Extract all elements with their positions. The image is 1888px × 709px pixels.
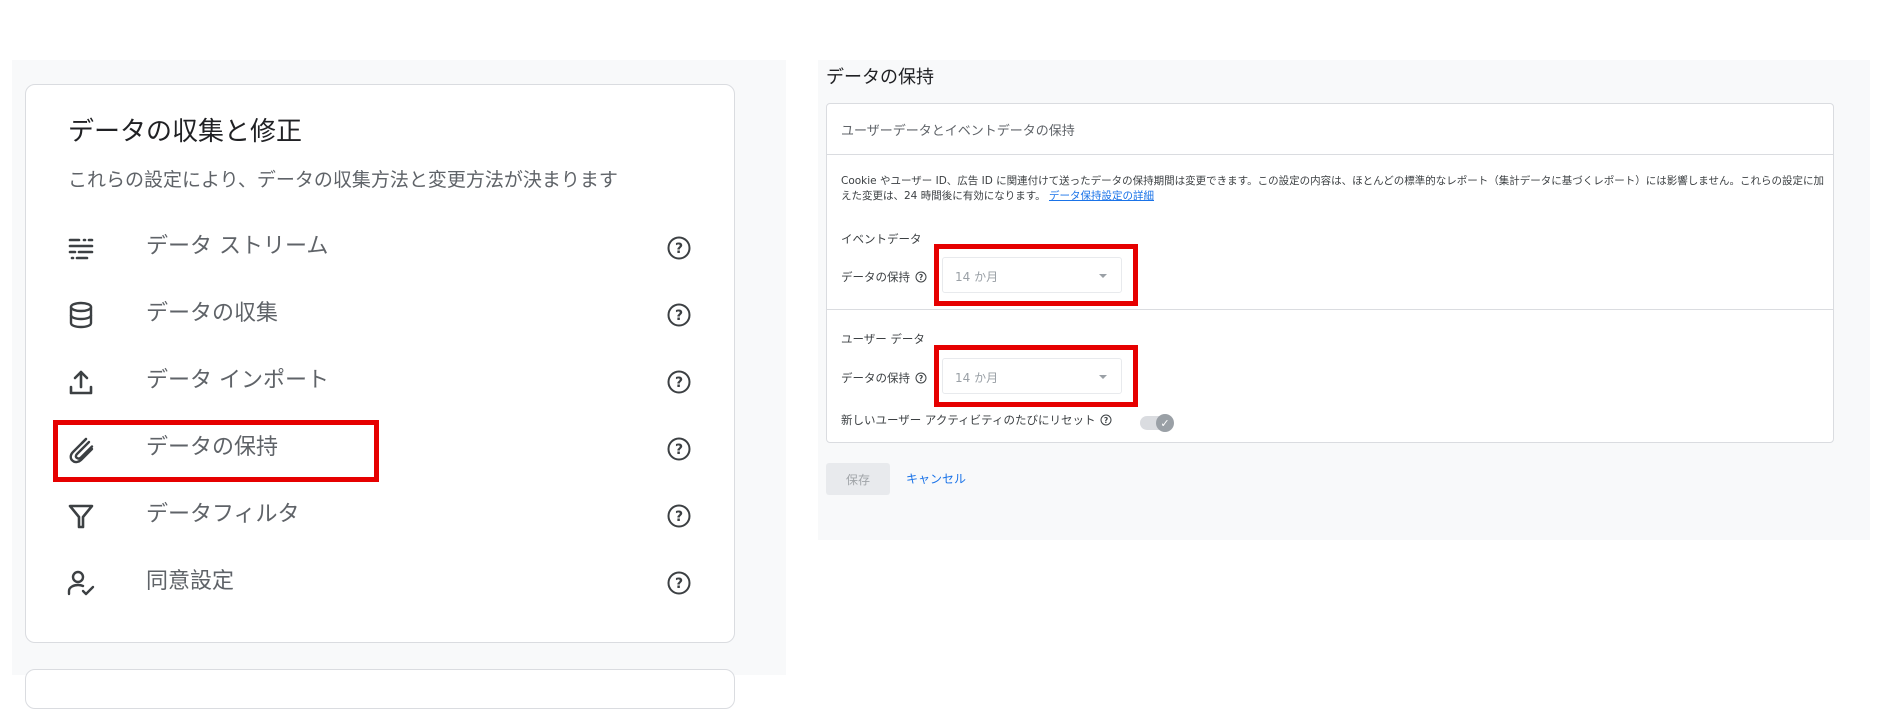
user-data-section-label: ユーザー データ <box>841 332 925 346</box>
user-retention-label: データの保持 <box>841 371 910 385</box>
menu-item-consent-settings[interactable]: 同意設定 ? <box>26 552 734 612</box>
svg-text:?: ? <box>919 374 923 383</box>
card-subtitle: これらの設定により、データの収集方法と変更方法が決まります <box>68 169 618 191</box>
help-icon[interactable]: ? <box>666 503 692 529</box>
menu-item-label: データ インポート <box>146 368 329 393</box>
data-streams-icon <box>66 233 96 263</box>
card-header-text: ユーザーデータとイベントデータの保持 <box>841 124 1075 139</box>
event-retention-row: データの保持 ? <box>841 269 927 285</box>
menu-item-data-streams[interactable]: データ ストリーム ? <box>26 217 734 277</box>
card-header: ユーザーデータとイベントデータの保持 <box>827 104 1833 155</box>
svg-text:?: ? <box>675 375 683 391</box>
highlight-box-retention <box>53 420 379 482</box>
description-text: Cookie やユーザー ID、広告 ID に関連付けて送ったデータの保持期間は… <box>841 175 1824 202</box>
reset-row: 新しいユーザー アクティビティのたびにリセット ? <box>841 412 1112 428</box>
reset-label: 新しいユーザー アクティビティのたびにリセット <box>841 413 1096 427</box>
highlight-box-user-retention <box>934 345 1138 407</box>
highlight-box-event-retention <box>934 244 1138 306</box>
svg-text:?: ? <box>675 576 683 592</box>
cancel-button[interactable]: キャンセル <box>906 470 966 487</box>
help-icon[interactable]: ? <box>666 369 692 395</box>
data-collection-card: データの収集と修正 これらの設定により、データの収集方法と変更方法が決まります … <box>25 84 735 643</box>
menu-item-data-collection[interactable]: データの収集 ? <box>26 284 734 344</box>
help-icon[interactable]: ? <box>915 271 927 283</box>
upload-icon <box>66 367 96 397</box>
svg-text:?: ? <box>675 442 683 458</box>
section-divider <box>827 309 1833 310</box>
reset-toggle[interactable]: ✓ <box>1140 414 1174 432</box>
next-card-partial <box>25 669 735 709</box>
menu-item-label: データフィルタ <box>146 502 300 527</box>
check-icon: ✓ <box>1156 414 1174 432</box>
help-icon[interactable]: ? <box>915 372 927 384</box>
filter-icon <box>66 501 96 531</box>
help-icon[interactable]: ? <box>666 302 692 328</box>
help-icon[interactable]: ? <box>1100 414 1112 426</box>
svg-text:?: ? <box>1104 416 1108 425</box>
svg-text:?: ? <box>675 241 683 257</box>
card-title: データの収集と修正 <box>68 117 303 147</box>
save-button[interactable]: 保存 <box>826 463 890 495</box>
event-retention-label: データの保持 <box>841 270 910 284</box>
menu-item-data-filters[interactable]: データフィルタ ? <box>26 485 734 545</box>
svg-text:?: ? <box>919 273 923 282</box>
help-icon[interactable]: ? <box>666 570 692 596</box>
help-icon[interactable]: ? <box>666 436 692 462</box>
menu-item-data-import[interactable]: データ インポート ? <box>26 351 734 411</box>
retention-details-link[interactable]: データ保持設定の詳細 <box>1049 190 1154 202</box>
svg-text:?: ? <box>675 509 683 525</box>
consent-icon <box>66 568 96 598</box>
database-icon <box>66 300 96 330</box>
page-title: データの保持 <box>826 67 934 88</box>
event-data-section-label: イベントデータ <box>841 232 922 246</box>
menu-item-label: データ ストリーム <box>146 234 329 259</box>
retention-description: Cookie やユーザー ID、広告 ID に関連付けて送ったデータの保持期間は… <box>841 174 1831 204</box>
menu-item-label: 同意設定 <box>146 569 235 594</box>
menu-item-label: データの収集 <box>146 301 279 326</box>
help-icon[interactable]: ? <box>666 235 692 261</box>
svg-text:?: ? <box>675 308 683 324</box>
user-retention-row: データの保持 ? <box>841 370 927 386</box>
